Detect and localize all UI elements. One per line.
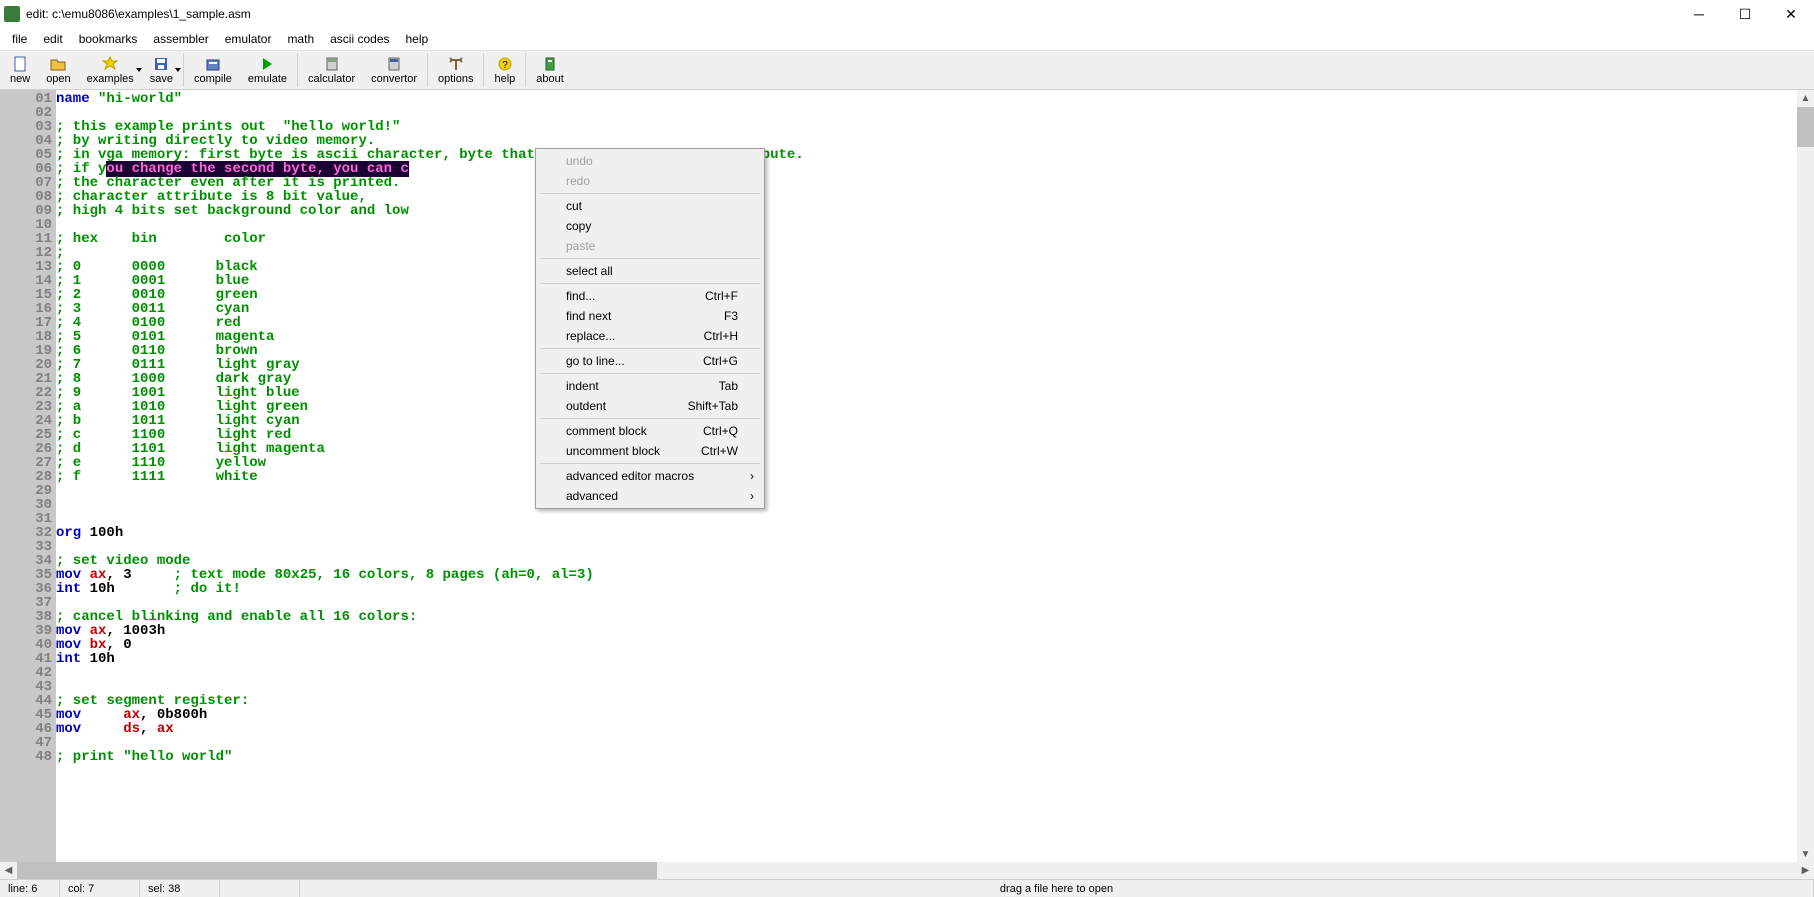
menu-edit[interactable]: edit — [35, 30, 70, 48]
ctx-copy[interactable]: copy — [538, 216, 762, 236]
scroll-down-icon[interactable]: ▼ — [1797, 846, 1814, 863]
menubar: fileeditbookmarksassembleremulatormathas… — [0, 28, 1814, 50]
ctx-go-to-line---[interactable]: go to line...Ctrl+G — [538, 351, 762, 371]
toolbar: newopenexamplessavecompileemulatecalcula… — [0, 50, 1814, 90]
menu-separator — [540, 283, 760, 284]
statusbar: line: 6 col: 7 sel: 38 drag a file here … — [0, 879, 1814, 897]
minimize-button[interactable]: ─ — [1676, 0, 1722, 28]
compile-icon — [204, 56, 222, 72]
horizontal-scrollbar[interactable]: ◀ ▶ — [0, 862, 1814, 879]
tool-calculator[interactable]: calculator — [300, 51, 363, 89]
menu-separator — [540, 348, 760, 349]
tool-emulate[interactable]: emulate — [240, 51, 295, 89]
save-icon — [152, 56, 170, 72]
tool-open[interactable]: open — [38, 51, 78, 89]
new-icon — [11, 56, 29, 72]
menu-separator — [540, 463, 760, 464]
status-col: col: 7 — [60, 880, 140, 897]
ctx-outdent[interactable]: outdentShift+Tab — [538, 396, 762, 416]
context-menu[interactable]: undoredo cutcopypaste select all find...Ctr… — [535, 148, 765, 509]
scroll-up-icon[interactable]: ▲ — [1797, 90, 1814, 107]
svg-text:?: ? — [502, 60, 508, 71]
status-line: line: 6 — [0, 880, 60, 897]
line-gutter: 0102030405060708091011121314151617181920… — [0, 90, 56, 879]
status-hint: drag a file here to open — [300, 880, 1814, 897]
help-icon: ? — [496, 56, 514, 72]
maximize-button[interactable]: ☐ — [1722, 0, 1768, 28]
status-empty — [220, 880, 300, 897]
ctx-replace---[interactable]: replace...Ctrl+H — [538, 326, 762, 346]
menu-ascii-codes[interactable]: ascii codes — [322, 30, 397, 48]
ctx-find-next[interactable]: find nextF3 — [538, 306, 762, 326]
dropdown-icon — [175, 68, 181, 72]
ctx-comment-block[interactable]: comment blockCtrl+Q — [538, 421, 762, 441]
code-area[interactable]: name "hi-world"; this example prints out… — [56, 90, 1814, 879]
toolbar-separator — [483, 53, 484, 87]
status-sel: sel: 38 — [140, 880, 220, 897]
ctx-advanced[interactable]: advanced — [538, 486, 762, 506]
toolbar-separator — [183, 53, 184, 87]
ctx-advanced-editor-macros[interactable]: advanced editor macros — [538, 466, 762, 486]
close-button[interactable]: ✕ — [1768, 0, 1814, 28]
tool-options[interactable]: options — [430, 51, 481, 89]
menu-math[interactable]: math — [279, 30, 322, 48]
titlebar: edit: c:\emu8086\examples\1_sample.asm ─… — [0, 0, 1814, 28]
menu-separator — [540, 193, 760, 194]
tool-help[interactable]: ?help — [486, 51, 523, 89]
toolbar-separator — [427, 53, 428, 87]
app-icon — [4, 6, 20, 22]
menu-separator — [540, 373, 760, 374]
ctx-redo: redo — [538, 171, 762, 191]
ctx-indent[interactable]: indentTab — [538, 376, 762, 396]
scroll-right-icon[interactable]: ▶ — [1797, 862, 1814, 879]
scroll-left-icon[interactable]: ◀ — [0, 862, 17, 879]
emulate-icon — [258, 56, 276, 72]
calculator-icon — [323, 56, 341, 72]
options-icon — [447, 56, 465, 72]
tool-convertor[interactable]: convertor — [363, 51, 425, 89]
window-title: edit: c:\emu8086\examples\1_sample.asm — [26, 7, 251, 21]
menu-assembler[interactable]: assembler — [145, 30, 216, 48]
about-icon — [541, 56, 559, 72]
scroll-thumb[interactable] — [1797, 107, 1814, 147]
menu-bookmarks[interactable]: bookmarks — [71, 30, 146, 48]
ctx-select-all[interactable]: select all — [538, 261, 762, 281]
ctx-uncomment-block[interactable]: uncomment blockCtrl+W — [538, 441, 762, 461]
menu-file[interactable]: file — [4, 30, 35, 48]
menu-help[interactable]: help — [398, 30, 437, 48]
tool-examples[interactable]: examples — [79, 51, 142, 89]
examples-icon — [101, 56, 119, 72]
tool-about[interactable]: about — [528, 51, 572, 89]
ctx-paste: paste — [538, 236, 762, 256]
toolbar-separator — [297, 53, 298, 87]
toolbar-separator — [525, 53, 526, 87]
editor[interactable]: 0102030405060708091011121314151617181920… — [0, 90, 1814, 879]
ctx-undo: undo — [538, 151, 762, 171]
open-icon — [49, 56, 67, 72]
ctx-find---[interactable]: find...Ctrl+F — [538, 286, 762, 306]
tool-compile[interactable]: compile — [186, 51, 240, 89]
menu-separator — [540, 418, 760, 419]
scroll-thumb-h[interactable] — [17, 862, 657, 879]
vertical-scrollbar[interactable]: ▲ ▼ — [1797, 90, 1814, 863]
ctx-cut[interactable]: cut — [538, 196, 762, 216]
tool-new[interactable]: new — [2, 51, 38, 89]
convertor-icon — [385, 56, 403, 72]
menu-separator — [540, 258, 760, 259]
menu-emulator[interactable]: emulator — [217, 30, 280, 48]
tool-save[interactable]: save — [142, 51, 181, 89]
